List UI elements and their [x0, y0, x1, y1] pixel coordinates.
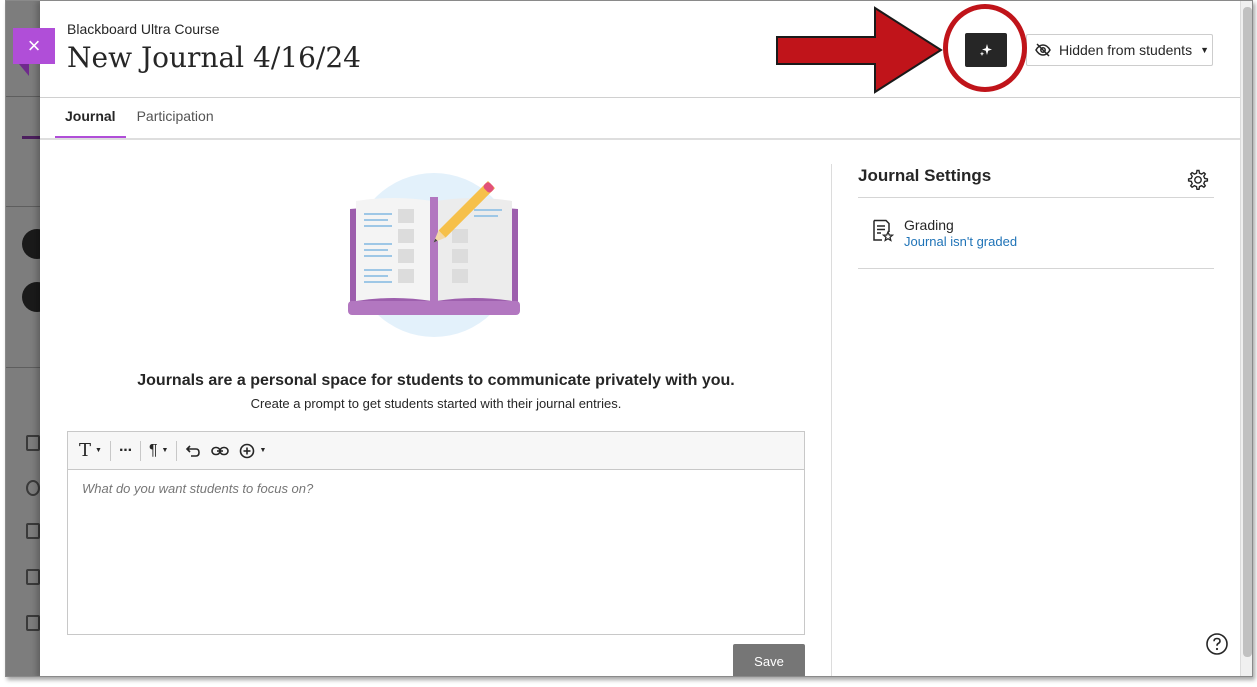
journal-panel: Blackboard Ultra Course New Journal 4/16…: [40, 1, 1240, 676]
course-name: Blackboard Ultra Course: [67, 21, 220, 37]
text-format-button[interactable]: T ▼: [74, 439, 107, 463]
undo-icon: [186, 444, 201, 457]
save-button[interactable]: Save: [733, 644, 805, 676]
toolbar-separator: [139, 440, 141, 461]
eye-slash-icon: [1035, 43, 1051, 57]
link-icon: [211, 446, 230, 455]
scrollbar[interactable]: [1240, 1, 1252, 676]
more-button[interactable]: ···: [114, 439, 137, 463]
journal-subline: Create a prompt to get students started …: [250, 396, 622, 411]
text-format-icon: T: [79, 440, 92, 461]
settings-divider-vertical: [831, 164, 832, 676]
grading-label: Grading: [904, 217, 954, 233]
help-icon[interactable]: [1205, 632, 1229, 656]
background-icon: [26, 523, 40, 539]
link-button[interactable]: [206, 439, 234, 463]
toolbar-separator: [176, 440, 178, 461]
background-icon: [26, 480, 40, 496]
page-title: New Journal 4/16/24: [67, 41, 361, 74]
close-button[interactable]: ×: [13, 28, 55, 76]
paragraph-button[interactable]: ¶ ▼: [144, 439, 174, 463]
annotation-circle: [943, 4, 1027, 92]
annotation-arrow: [776, 6, 943, 94]
settings-divider: [858, 268, 1214, 269]
visibility-label: Hidden from students: [1059, 42, 1193, 58]
undo-button[interactable]: [180, 439, 206, 463]
background-icon: [26, 435, 40, 451]
paragraph-icon: ¶: [148, 441, 158, 459]
grading-icon: [873, 219, 894, 242]
insert-content-icon: [240, 443, 255, 458]
insert-content-button[interactable]: ▼: [234, 439, 271, 463]
chevron-down-icon: ▼: [95, 447, 102, 454]
more-icon: ···: [118, 441, 133, 459]
editor-toolbar: T ▼ ··· ¶ ▼ ▼: [68, 432, 804, 470]
editor-input[interactable]: What do you want students to focus on?: [68, 470, 804, 507]
visibility-dropdown[interactable]: Hidden from students ▼: [1026, 34, 1213, 66]
journal-illustration: [348, 173, 520, 337]
tab-journal[interactable]: Journal: [55, 98, 126, 139]
scrollbar-thumb[interactable]: [1243, 7, 1252, 657]
settings-divider: [858, 197, 1214, 198]
prompt-editor: T ▼ ··· ¶ ▼ ▼ What do you want students …: [67, 431, 805, 635]
background-icon: [26, 569, 40, 585]
grading-setting-link[interactable]: Journal isn't graded: [904, 234, 1017, 249]
chevron-down-icon: ▼: [161, 447, 169, 454]
chevron-down-icon: ▼: [1200, 45, 1209, 55]
screenshot-frame: Blackboard Ultra Course New Journal 4/16…: [5, 0, 1253, 677]
tab-bar: Journal Participation: [55, 98, 225, 140]
close-icon: ×: [27, 33, 41, 58]
tabs-divider: [40, 138, 1240, 140]
gear-icon[interactable]: [1185, 168, 1209, 192]
toolbar-separator: [109, 440, 111, 461]
journal-headline: Journals are a personal space for studen…: [137, 372, 735, 389]
chevron-down-icon: ▼: [259, 447, 267, 454]
tab-participation[interactable]: Participation: [127, 98, 224, 139]
settings-title: Journal Settings: [858, 166, 992, 185]
background-icon: [26, 615, 40, 631]
